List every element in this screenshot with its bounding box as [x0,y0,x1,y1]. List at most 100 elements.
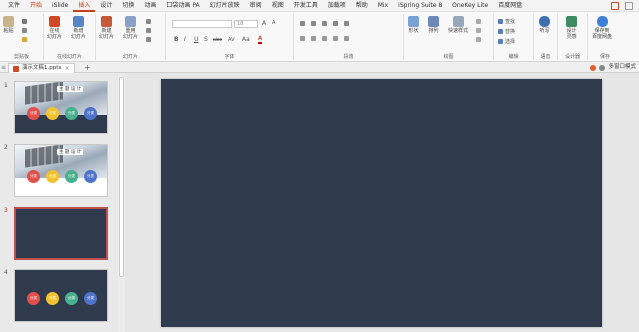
current-slide[interactable] [161,79,602,327]
reset-button[interactable] [146,28,151,33]
reuse-slides-label: 重用 幻灯片 [123,28,139,40]
shape-effects-button[interactable] [476,37,481,42]
slide-thumbnail-3[interactable] [14,207,108,260]
multi-window-mode-label: 多窗口模式 [608,64,636,70]
copy-button[interactable] [22,28,27,33]
italic-button[interactable]: I [184,36,186,43]
document-tab[interactable]: 演示文稿1.pptx × [8,63,75,73]
font-name-field[interactable] [172,20,232,28]
layout-button[interactable] [146,19,151,24]
align-right-icon[interactable] [322,36,327,41]
designer-group-label: 设计器 [564,54,580,60]
menu-insert[interactable]: 插入 [73,0,96,12]
add-slides-button[interactable]: 新增 幻灯片 [71,16,86,40]
cut-button[interactable] [22,19,27,24]
comment-icon[interactable] [625,1,633,10]
menu-mix[interactable]: Mix [373,0,393,12]
menu-slideshow[interactable]: 幻灯片放映 [205,0,245,12]
slide-thumbnail-1[interactable]: 主 题 设 计 分类 分类 分类 分类 [14,81,108,134]
arrange-button[interactable]: 排列 [428,16,439,34]
paragraph-row-2 [300,36,349,41]
font-size-field[interactable]: 18 [234,20,258,28]
justify-icon[interactable] [333,36,338,41]
menu-view[interactable]: 视图 [267,0,289,12]
category-circle: 分类 [84,292,97,305]
shrink-font-button[interactable]: A [272,20,275,26]
shapes-icon [408,16,419,27]
menu-addins[interactable]: 加载项 [323,0,351,12]
new-slide-button[interactable]: 新建 幻灯片 [99,16,114,40]
bold-button[interactable]: B [174,36,179,43]
shape-outline-button[interactable] [476,28,481,33]
document-tab-title: 演示文稿1.pptx [22,65,62,71]
font-color-button[interactable]: A [258,36,263,44]
menu-review[interactable]: 审阅 [245,0,267,12]
scrollbar-thumb[interactable] [119,77,124,277]
replace-button[interactable]: 替换 [498,28,515,35]
grow-font-button[interactable]: A [262,20,266,27]
quick-styles-button[interactable]: 快速样式 [448,16,468,34]
add-tab-icon[interactable]: + [84,63,91,72]
category-circle: 分类 [84,170,97,183]
shapes-button[interactable]: 形状 [408,16,419,34]
shadow-button[interactable]: S [204,36,208,43]
format-painter-button[interactable] [22,37,27,42]
align-left-icon[interactable] [300,36,305,41]
shape-fill-button[interactable] [476,19,481,24]
design-ideas-button[interactable]: 设计 灵感 [566,16,577,40]
window-mode-icon [599,64,606,71]
char-spacing-button[interactable]: AV [228,37,235,43]
align-center-icon[interactable] [311,36,316,41]
dictate-button[interactable]: 听写 [539,16,550,34]
columns-icon[interactable] [344,36,349,41]
menu-islide[interactable]: iSlide [47,0,73,12]
select-button[interactable]: 选择 [498,38,515,45]
tab-menu-icon[interactable]: ≡ [1,64,6,71]
underline-button[interactable]: U [194,36,198,43]
multi-window-mode-button[interactable]: 多窗口模式 [590,63,636,72]
menu-animations[interactable]: 动画 [139,0,161,12]
menu-home[interactable]: 开始 [25,0,47,12]
decrease-indent-icon[interactable] [322,21,327,26]
slide-editor-canvas [125,73,639,332]
menu-design[interactable]: 设计 [95,0,117,12]
reuse-slides-button[interactable]: 重用 幻灯片 [123,16,138,40]
shapes-label: 形状 [408,28,419,34]
design-ideas-label: 设计 灵感 [566,28,577,40]
share-icon[interactable] [611,1,619,10]
increase-indent-icon[interactable] [333,21,338,26]
slide-thumbnail-2[interactable]: 主 题 设 计 分类 分类 分类 分类 [14,144,108,197]
save-to-baidu-button[interactable]: 保存到 百度网盘 [592,16,612,40]
thumbnail-scrollbar[interactable] [118,73,125,332]
menu-file[interactable]: 文件 [3,0,25,12]
shape-fill-icon [476,19,481,24]
slide-number: 4 [4,269,8,276]
bullets-icon[interactable] [300,21,305,26]
numbering-icon[interactable] [311,21,316,26]
strikethrough-button[interactable]: abc [213,37,222,43]
layout-icon [146,19,151,24]
powerpoint-window: 文件 开始 iSlide 插入 设计 切换 动画 口袋动画 PA 幻灯片放映 审… [0,0,639,332]
menu-help[interactable]: 帮助 [351,0,373,12]
online-slides-group-label: 在线幻灯片 [56,54,82,60]
menu-onekey[interactable]: OneKey Lite [447,0,493,12]
line-spacing-icon[interactable] [344,21,349,26]
shape-effects-icon [476,37,481,42]
slide-thumbnail-4[interactable]: 分类 分类 分类 分类 [14,269,108,322]
find-button[interactable]: 查找 [498,18,515,25]
paste-button[interactable]: 粘贴 [3,16,14,34]
menu-baidu[interactable]: 百度网盘 [493,0,527,12]
menu-pocket-animation[interactable]: 口袋动画 PA [161,0,204,12]
change-case-button[interactable]: Aa [242,36,250,43]
group-editing: 查找 替换 选择 编辑 [494,14,534,60]
menu-developer[interactable]: 开发工具 [289,0,323,12]
arrange-icon [428,16,439,27]
category-circle: 分类 [65,107,78,120]
menu-transitions[interactable]: 切换 [117,0,139,12]
new-slide-label: 新建 幻灯片 [99,28,115,40]
section-button[interactable] [146,37,151,42]
replace-icon [498,29,503,34]
online-slides-button[interactable]: 在线 幻灯片 [47,16,62,40]
close-tab-icon[interactable]: × [65,64,70,73]
menu-ispring[interactable]: iSpring Suite 8 [393,0,447,12]
